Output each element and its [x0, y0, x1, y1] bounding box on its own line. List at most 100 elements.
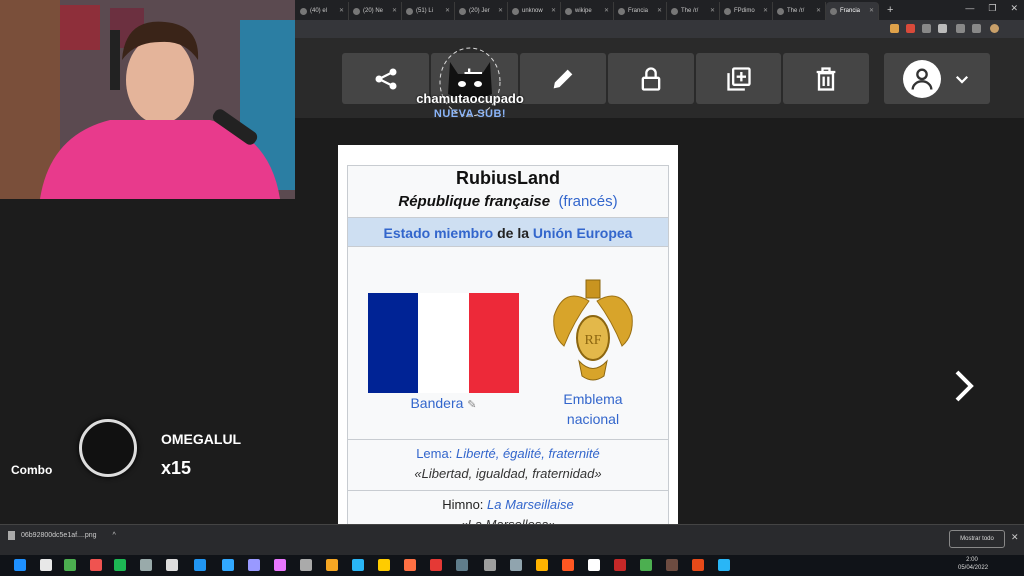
taskbar-app-icon[interactable] [166, 559, 178, 571]
user-menu-button[interactable] [884, 53, 990, 104]
download-file-name[interactable]: 06b92800dc5e1af....png [21, 532, 97, 539]
taskbar-app-icon[interactable] [248, 559, 260, 571]
taskbar-app-icon[interactable] [614, 559, 626, 571]
close-download-shelf-icon[interactable]: ✕ [1011, 532, 1019, 543]
tab-favicon-icon [565, 7, 572, 15]
browser-tab[interactable]: (20) Ne ✕ [349, 2, 402, 20]
lock-button[interactable] [608, 53, 694, 104]
clock-time: 2:00 [966, 557, 978, 563]
taskbar-app-icon[interactable] [536, 559, 548, 571]
puzzle-icon[interactable] [938, 24, 947, 33]
emblem-caption-line2[interactable]: nacional [544, 409, 642, 429]
extension-icon[interactable] [906, 24, 915, 33]
divider [348, 490, 668, 491]
profile-icon[interactable] [990, 24, 999, 33]
flag-image[interactable] [368, 293, 519, 393]
taskbar-app-icon[interactable] [14, 559, 26, 571]
taskbar-app-icon[interactable] [140, 559, 152, 571]
taskbar-clock[interactable]: 2:00 05/04/2022 [958, 556, 988, 572]
emblem-image[interactable]: RF [544, 276, 642, 391]
browser-tab[interactable]: unknow ✕ [508, 2, 561, 20]
band-link-2[interactable]: Unión Europea [533, 225, 633, 241]
taskbar-app-icon[interactable] [64, 559, 76, 571]
taskbar-app-icon[interactable] [326, 559, 338, 571]
emblem-caption-line1[interactable]: Emblema [544, 389, 642, 409]
minimize-icon[interactable]: — [965, 3, 974, 14]
tab-close-icon[interactable]: ✕ [869, 7, 874, 14]
tab-close-icon[interactable]: ✕ [763, 7, 768, 14]
browser-tab[interactable]: Francia ✕ [614, 2, 667, 20]
browser-tab[interactable]: The /r/ ✕ [773, 2, 826, 20]
tab-favicon-icon [777, 7, 784, 15]
band-link-1[interactable]: Estado miembro [384, 225, 494, 241]
tab-favicon-icon [671, 7, 678, 15]
delete-button[interactable] [783, 53, 869, 104]
browser-tab[interactable]: (40) el ✕ [296, 2, 349, 20]
tab-close-icon[interactable]: ✕ [551, 7, 556, 14]
streamer-webcam [0, 0, 295, 199]
taskbar-app-icon[interactable] [378, 559, 390, 571]
flag-caption[interactable]: Bandera ✎ [368, 395, 519, 411]
tab-close-icon[interactable]: ✕ [816, 7, 821, 14]
browser-tab[interactable]: The /r/ ✕ [667, 2, 720, 20]
tab-label: FPdimo [734, 8, 755, 14]
divider [348, 439, 668, 440]
tab-close-icon[interactable]: ✕ [498, 7, 503, 14]
tab-close-icon[interactable]: ✕ [339, 7, 344, 14]
official-name-text: République française [398, 193, 551, 210]
taskbar-app-icon[interactable] [666, 559, 678, 571]
tab-close-icon[interactable]: ✕ [710, 7, 715, 14]
taskbar-app-icon[interactable] [456, 559, 468, 571]
taskbar-app-icon[interactable] [718, 559, 730, 571]
edit-pencil-icon [553, 69, 573, 88]
taskbar-app-icon[interactable] [274, 559, 286, 571]
duplicate-button[interactable] [696, 53, 781, 104]
browser-tab[interactable]: FPdimo ✕ [720, 2, 773, 20]
pencil-icon[interactable]: ✎ [467, 399, 476, 411]
taskbar-app-icon[interactable] [222, 559, 234, 571]
official-name: République française (francés) [348, 193, 668, 210]
taskbar-app-icon[interactable] [640, 559, 652, 571]
tab-close-icon[interactable]: ✕ [392, 7, 397, 14]
close-window-icon[interactable]: ✕ [1010, 3, 1018, 14]
taskbar-app-icon[interactable] [588, 559, 600, 571]
browser-tab[interactable]: (51) Li ✕ [402, 2, 455, 20]
tab-label: (20) Jer [469, 8, 490, 14]
next-image-chevron-right-icon[interactable] [948, 366, 978, 406]
download-item[interactable]: 06b92800dc5e1af....png ^ [8, 531, 116, 540]
extension-icon[interactable] [890, 24, 899, 33]
taskbar-app-icon[interactable] [692, 559, 704, 571]
new-tab-button[interactable]: + [887, 4, 893, 16]
taskbar-app-icon[interactable] [300, 559, 312, 571]
taskbar-app-icon[interactable] [352, 559, 364, 571]
show-all-downloads-button[interactable]: Mostrar todo [949, 530, 1005, 548]
maximize-icon[interactable]: ❐ [988, 3, 996, 14]
anthem-text[interactable]: La Marseillaise [487, 497, 574, 512]
taskbar-app-icon[interactable] [510, 559, 522, 571]
flag-caption-text[interactable]: Bandera [410, 395, 463, 411]
tab-close-icon[interactable]: ✕ [445, 7, 450, 14]
browser-tab[interactable]: Francia ✕ [826, 2, 879, 20]
taskbar-app-icon[interactable] [40, 559, 52, 571]
taskbar-app-icon[interactable] [90, 559, 102, 571]
taskbar-app-icon[interactable] [194, 559, 206, 571]
emblem-caption[interactable]: Emblema nacional [544, 389, 642, 429]
extension-icon[interactable] [972, 24, 981, 33]
browser-tab[interactable]: (20) Jer ✕ [455, 2, 508, 20]
chevron-up-icon[interactable]: ^ [113, 532, 116, 539]
motto-text[interactable]: Liberté, égalité, fraternité [456, 446, 600, 461]
taskbar-app-icon[interactable] [484, 559, 496, 571]
taskbar-app-icon[interactable] [430, 559, 442, 571]
taskbar-app-icon[interactable] [404, 559, 416, 571]
language-link[interactable]: (francés) [558, 193, 617, 210]
tab-close-icon[interactable]: ✕ [657, 7, 662, 14]
combo-label: Combo [11, 463, 53, 477]
extension-icon[interactable] [956, 24, 965, 33]
tab-close-icon[interactable]: ✕ [604, 7, 609, 14]
taskbar-app-icon[interactable] [562, 559, 574, 571]
taskbar-app-icon[interactable] [114, 559, 126, 571]
extension-icon[interactable] [922, 24, 931, 33]
browser-tab[interactable]: wikipe ✕ [561, 2, 614, 20]
flag-stripe [418, 293, 469, 393]
motto-label[interactable]: Lema: [416, 446, 452, 461]
